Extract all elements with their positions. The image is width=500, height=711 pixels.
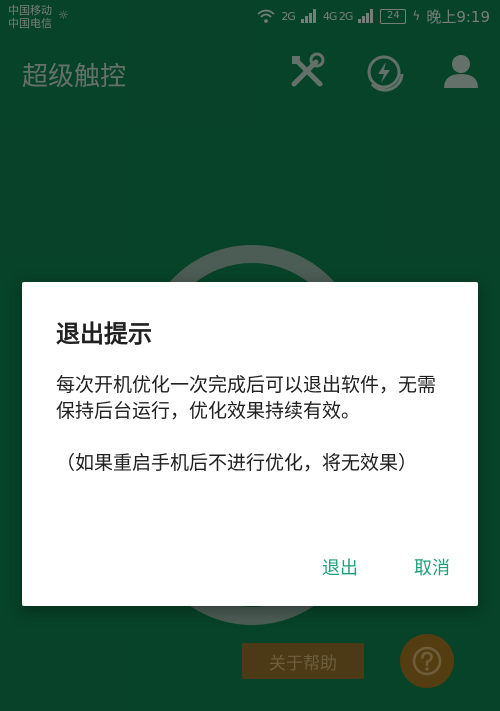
dialog-message: 每次开机优化一次完成后可以退出软件，无需保持后台运行，优化效果持续有效。 （如果…: [56, 374, 437, 474]
dialog-title: 退出提示: [56, 320, 152, 348]
exit-dialog: 退出提示 每次开机优化一次完成后可以退出软件，无需保持后台运行，优化效果持续有效…: [22, 282, 478, 606]
cancel-button[interactable]: 取消: [414, 554, 450, 580]
exit-button[interactable]: 退出: [322, 554, 358, 580]
dialog-buttons: 退出 取消: [322, 554, 450, 580]
